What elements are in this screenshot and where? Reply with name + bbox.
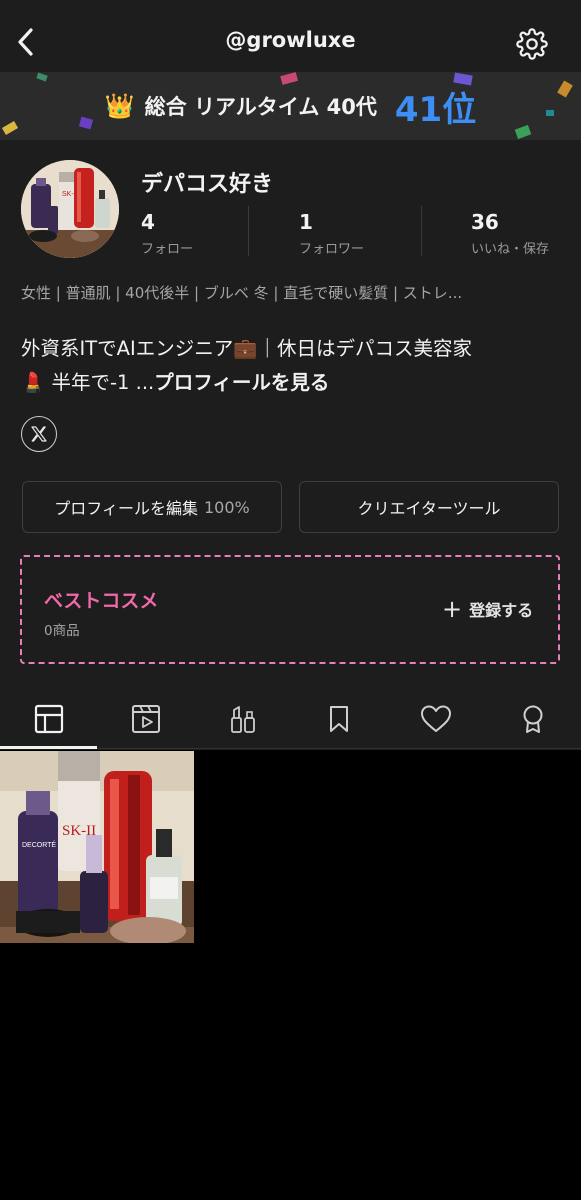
profile-completion: 100% xyxy=(203,497,250,517)
top-nav: @growluxe xyxy=(0,0,581,72)
ranking-position: 41位 xyxy=(394,89,477,130)
tab-cosmetics[interactable] xyxy=(223,700,263,738)
bio-line-1: 外資系ITでAIエンジニア💼｜休日はデパコス美容家 xyxy=(21,337,473,360)
tab-videos[interactable] xyxy=(126,700,166,738)
followers-stat[interactable]: 1 フォロワー xyxy=(299,210,364,257)
svg-text:DECORTÉ: DECORTÉ xyxy=(22,840,56,849)
bio-line-2: 💄 半年で-1 ...プロフィールを見る xyxy=(21,366,566,400)
avatar-image: SK-II xyxy=(21,160,119,258)
ranking-content: 👑 総合 リアルタイム 40代 41位 xyxy=(0,72,581,140)
creator-tools-label: クリエイターツール xyxy=(357,499,501,518)
edit-profile-button[interactable]: プロフィールを編集 100% xyxy=(22,481,282,533)
ranking-category: 総合 リアルタイム 40代 xyxy=(144,95,377,119)
heart-icon xyxy=(421,705,451,732)
best-cosme-section: ベストコスメ 0商品 + 登録する xyxy=(20,555,560,664)
bio-text: 💄 半年で-1 ... xyxy=(21,371,155,394)
likes-stat[interactable]: 36 いいね・保存 xyxy=(471,210,549,257)
profile-bio[interactable]: 外資系ITでAIエンジニア💼｜休日はデパコス美容家 💄 半年で-1 ...プロフ… xyxy=(21,332,566,400)
plus-icon: + xyxy=(442,595,463,623)
tab-saved[interactable] xyxy=(319,700,359,738)
creator-tools-button[interactable]: クリエイターツール xyxy=(299,481,559,533)
cosmetics-icon xyxy=(231,706,255,733)
content-tabs xyxy=(0,690,581,748)
display-name: デパコス好き xyxy=(141,172,274,197)
bookmark-icon xyxy=(330,706,348,732)
active-tab-indicator xyxy=(0,746,97,749)
stat-divider xyxy=(248,206,249,256)
register-button[interactable]: + 登録する xyxy=(442,597,533,621)
stat-divider xyxy=(421,206,422,256)
likes-label: いいね・保存 xyxy=(471,242,550,257)
tab-posts[interactable] xyxy=(29,700,69,738)
settings-button[interactable] xyxy=(514,26,550,62)
post-image: SK-II DECORTÉ xyxy=(0,751,194,943)
profile-screen: @growluxe 👑 総合 リアルタイム 40代 41位 SK-II デパコス… xyxy=(0,0,581,1200)
following-stat[interactable]: 4 フォロー xyxy=(141,210,193,257)
award-icon xyxy=(523,705,543,733)
view-profile-link[interactable]: プロフィールを見る xyxy=(154,371,329,394)
crown-icon: 👑 xyxy=(104,92,135,120)
edit-profile-label: プロフィールを編集 xyxy=(54,499,198,518)
register-label: 登録する xyxy=(469,601,534,620)
post-thumbnail[interactable]: SK-II DECORTÉ xyxy=(0,751,194,943)
x-social-button[interactable] xyxy=(21,416,57,452)
followers-count: 1 xyxy=(299,210,313,234)
followers-label: フォロワー xyxy=(299,242,365,257)
video-icon xyxy=(132,705,160,733)
profile-panel: @growluxe 👑 総合 リアルタイム 40代 41位 SK-II デパコス… xyxy=(0,0,581,750)
x-logo-icon xyxy=(31,426,47,442)
profile-attributes: 女性 | 普通肌 | 40代後半 | ブルベ 冬 | 直毛で硬い髪質 | ストレ… xyxy=(21,284,463,302)
gear-icon xyxy=(516,28,548,60)
following-label: フォロー xyxy=(141,242,194,257)
avatar[interactable]: SK-II xyxy=(21,160,119,258)
ranking-banner[interactable]: 👑 総合 リアルタイム 40代 41位 xyxy=(0,72,581,140)
tab-awards[interactable] xyxy=(513,700,553,738)
tab-likes[interactable] xyxy=(416,700,456,738)
following-count: 4 xyxy=(141,210,155,234)
likes-count: 36 xyxy=(471,210,499,234)
best-cosme-title: ベストコスメ xyxy=(44,590,159,612)
username-handle: @growluxe xyxy=(225,28,356,52)
grid-icon xyxy=(34,704,64,734)
best-cosme-count: 0商品 xyxy=(44,623,80,639)
